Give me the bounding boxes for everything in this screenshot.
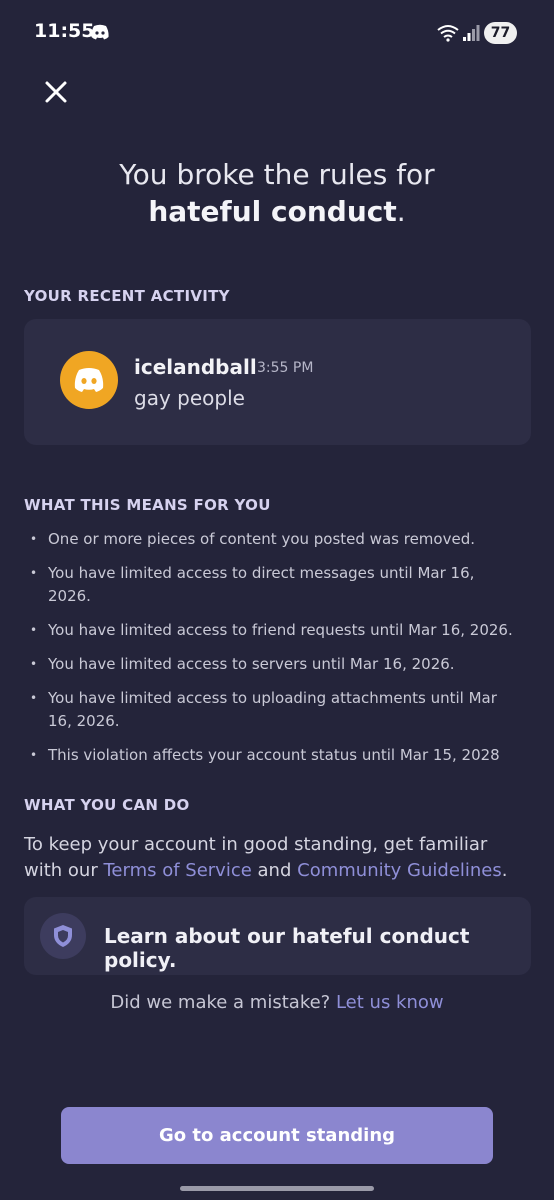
battery-indicator: 77 bbox=[484, 22, 517, 44]
shield-icon bbox=[40, 913, 86, 959]
page-title-line1: You broke the rules for bbox=[119, 158, 435, 191]
home-indicator[interactable] bbox=[180, 1186, 374, 1191]
can-do-period: . bbox=[501, 860, 508, 881]
message-username: icelandball bbox=[134, 355, 257, 379]
let-us-know-link[interactable]: Let us know bbox=[336, 992, 444, 1013]
can-do-paragraph: To keep your account in good standing, g… bbox=[24, 832, 524, 884]
signal-icon bbox=[462, 24, 480, 42]
consequences-heading: WHAT THIS MEANS FOR YOU bbox=[24, 496, 271, 514]
violation-type: hateful conduct bbox=[148, 195, 397, 228]
message-timestamp: 3:55 PM bbox=[257, 360, 314, 376]
can-do-and: and bbox=[257, 860, 292, 881]
mistake-text: Did we make a mistake? bbox=[110, 992, 331, 1013]
wifi-icon bbox=[436, 24, 460, 42]
page-title: You broke the rules for hateful conduct. bbox=[0, 156, 554, 230]
list-item: You have limited access to servers until… bbox=[30, 653, 520, 676]
hateful-conduct-policy-button[interactable]: Learn about our hateful conduct policy. bbox=[24, 897, 531, 975]
go-to-account-standing-button[interactable]: Go to account standing bbox=[61, 1107, 493, 1164]
page-title-line2: hateful conduct. bbox=[0, 193, 554, 230]
list-item: You have limited access to direct messag… bbox=[30, 562, 520, 608]
page-title-period: . bbox=[396, 195, 406, 228]
mistake-prompt: Did we make a mistake? Let us know bbox=[0, 992, 554, 1013]
recent-activity-heading: YOUR RECENT ACTIVITY bbox=[24, 287, 230, 305]
close-button[interactable] bbox=[36, 72, 76, 112]
list-item: This violation affects your account stat… bbox=[30, 744, 520, 767]
message-content: gay people bbox=[134, 386, 245, 410]
status-time: 11:55 bbox=[34, 20, 95, 42]
discord-logo-icon bbox=[74, 368, 104, 392]
status-bar: 11:55 77 bbox=[0, 0, 554, 66]
list-item: One or more pieces of content you posted… bbox=[30, 528, 520, 551]
policy-label: Learn about our hateful conduct policy. bbox=[104, 924, 470, 972]
avatar bbox=[60, 351, 118, 409]
list-item: You have limited access to uploading att… bbox=[30, 687, 520, 733]
list-item: You have limited access to friend reques… bbox=[30, 619, 520, 642]
close-icon bbox=[45, 81, 67, 103]
recent-activity-card: icelandball 3:55 PM gay people bbox=[24, 319, 531, 445]
discord-notification-icon bbox=[90, 24, 110, 40]
community-guidelines-link[interactable]: Community Guidelines bbox=[297, 860, 502, 881]
terms-of-service-link[interactable]: Terms of Service bbox=[103, 860, 251, 881]
what-you-can-do-heading: WHAT YOU CAN DO bbox=[24, 796, 190, 814]
consequences-list: One or more pieces of content you posted… bbox=[30, 528, 520, 778]
